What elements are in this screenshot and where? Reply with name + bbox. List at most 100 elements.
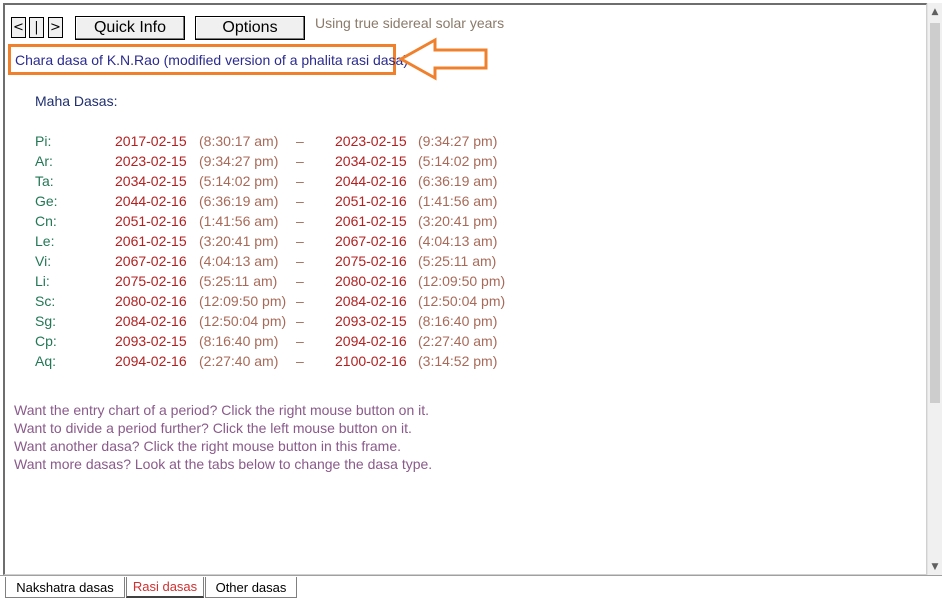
dasa-end-time: (12:50:04 pm) (418, 293, 506, 309)
dasa-start-date: 2051-02-16 (115, 213, 187, 229)
scroll-down-arrow-icon[interactable]: ▼ (928, 558, 942, 575)
dasa-sign: Pi: (35, 133, 52, 149)
dasa-end-time: (4:04:13 am) (418, 233, 498, 249)
dasa-row[interactable]: Li: 2075-02-16 (5:25:11 am) – 2080-02-16 (12:… (0, 271, 920, 291)
dasa-row[interactable]: Le: 2061-02-15 (3:20:41 pm) – 2067-02-16 (4:0… (0, 231, 920, 251)
mid-button[interactable]: | (29, 17, 44, 38)
dasa-row[interactable]: Cp: 2093-02-15 (8:16:40 pm) – 2094-02-16 (2:2… (0, 331, 920, 351)
dasa-dash: – (296, 273, 304, 289)
dasa-row[interactable]: Cn: 2051-02-16 (1:41:56 am) – 2061-02-15 (3:2… (0, 211, 920, 231)
dasa-end-date: 2100-02-16 (335, 353, 407, 369)
dasa-start-date: 2093-02-15 (115, 333, 187, 349)
dasa-row[interactable]: Ta: 2034-02-15 (5:14:02 pm) – 2044-02-16 (6:3… (0, 171, 920, 191)
dasa-start-date: 2075-02-16 (115, 273, 187, 289)
dasa-start-time: (2:27:40 am) (199, 353, 279, 369)
tab-nakshatra-dasas[interactable]: Nakshatra dasas (5, 577, 125, 598)
dasa-dash: – (296, 333, 304, 349)
dasa-end-time: (2:27:40 am) (418, 333, 498, 349)
dasa-sign: Ta: (35, 173, 54, 189)
dasa-dash: – (296, 173, 304, 189)
dasa-end-date: 2061-02-15 (335, 213, 407, 229)
dasa-end-date: 2044-02-16 (335, 173, 407, 189)
dasa-start-time: (5:14:02 pm) (199, 173, 279, 189)
dasa-start-date: 2017-02-15 (115, 133, 187, 149)
dasa-sign: Le: (35, 233, 55, 249)
quick-info-button[interactable]: Quick Info (75, 16, 185, 40)
dasa-row[interactable]: Aq: 2094-02-16 (2:27:40 am) – 2100-02-16 (3:1… (0, 351, 920, 371)
dasa-sign: Sg: (35, 313, 57, 329)
dasa-dash: – (296, 293, 304, 309)
dasa-end-time: (1:41:56 am) (418, 193, 498, 209)
dasa-start-date: 2084-02-16 (115, 313, 187, 329)
dasa-dash: – (296, 153, 304, 169)
dasa-end-date: 2080-02-16 (335, 273, 407, 289)
hint-text: Want the entry chart of a period? Click … (14, 402, 430, 418)
status-text: Using true sidereal solar years (315, 15, 505, 31)
dasa-end-time: (6:36:19 am) (418, 173, 498, 189)
dasa-start-date: 2080-02-16 (115, 293, 187, 309)
dasa-end-time: (5:25:11 am) (418, 253, 497, 269)
dasa-start-time: (12:09:50 pm) (199, 293, 287, 309)
dasa-dash: – (296, 233, 304, 249)
dasa-dash: – (296, 313, 304, 329)
dasa-sign: Li: (35, 273, 50, 289)
dasa-sign: Cp: (35, 333, 57, 349)
dasa-start-date: 2023-02-15 (115, 153, 187, 169)
tab-other-dasas[interactable]: Other dasas (205, 577, 297, 598)
next-button[interactable]: > (48, 17, 63, 38)
hint-text: Want more dasas? Look at the tabs below … (14, 456, 433, 472)
dasa-start-time: (3:20:41 pm) (199, 233, 279, 249)
dasa-sign: Vi: (35, 253, 52, 269)
hint-text: Want to divide a period further? Click t… (14, 420, 412, 436)
dasa-end-date: 2051-02-16 (335, 193, 407, 209)
dasa-start-date: 2067-02-16 (115, 253, 187, 269)
dasa-dash: – (296, 213, 304, 229)
dasa-end-date: 2084-02-16 (335, 293, 407, 309)
dasa-sign: Cn: (35, 213, 57, 229)
dasa-sign: Sc: (35, 293, 56, 309)
scroll-up-arrow-icon[interactable]: ▲ (928, 3, 942, 20)
dasa-end-time: (3:20:41 pm) (418, 213, 498, 229)
tab-rasi-dasas[interactable]: Rasi dasas (126, 577, 204, 598)
dasa-start-time: (8:16:40 pm) (199, 333, 279, 349)
hint-text: Want another dasa? Click the right mouse… (14, 438, 402, 454)
dasa-row[interactable]: Vi: 2067-02-16 (4:04:13 am) – 2075-02-16 (5:2… (0, 251, 920, 271)
dasa-start-time: (9:34:27 pm) (199, 153, 279, 169)
dasa-end-date: 2075-02-16 (335, 253, 407, 269)
dasa-end-time: (8:16:40 pm) (418, 313, 498, 329)
options-button[interactable]: Options (195, 16, 305, 40)
maha-dasas-heading: Maha Dasas: (35, 93, 118, 109)
dasa-end-date: 2034-02-15 (335, 153, 407, 169)
dasa-end-time: (9:34:27 pm) (418, 133, 498, 149)
dasa-start-time: (8:30:17 am) (199, 133, 279, 149)
dasa-row[interactable]: Sc: 2080-02-16 (12:09:50 pm) – 2084-02-16 (12… (0, 291, 920, 311)
dasa-dash: – (296, 193, 304, 209)
dasa-start-date: 2094-02-16 (115, 353, 187, 369)
dasa-start-time: (5:25:11 am) (199, 273, 278, 289)
dasa-start-date: 2034-02-15 (115, 173, 187, 189)
vertical-scrollbar[interactable]: ▲ ▼ (927, 3, 942, 575)
dasa-row[interactable]: Pi: 2017-02-15 (8:30:17 am) – 2023-02-15 (9:3… (0, 131, 920, 151)
dasa-row[interactable]: Sg: 2084-02-16 (12:50:04 pm) – 2093-02-15 (8:… (0, 311, 920, 331)
dasa-end-date: 2023-02-15 (335, 133, 407, 149)
dasa-dash: – (296, 353, 304, 369)
dasa-start-date: 2061-02-15 (115, 233, 187, 249)
dasa-end-date: 2067-02-16 (335, 233, 407, 249)
scroll-thumb[interactable] (930, 23, 940, 403)
dasa-start-time: (6:36:19 am) (199, 193, 279, 209)
dasa-end-time: (3:14:52 pm) (418, 353, 498, 369)
page-title: Chara dasa of K.N.Rao (modified version … (15, 52, 412, 68)
dasa-start-time: (1:41:56 am) (199, 213, 279, 229)
dasa-start-time: (12:50:04 pm) (199, 313, 287, 329)
left-arrow-icon (398, 37, 488, 81)
dasa-end-date: 2093-02-15 (335, 313, 407, 329)
dasa-start-time: (4:04:13 am) (199, 253, 279, 269)
dasa-row[interactable]: Ge: 2044-02-16 (6:36:19 am) – 2051-02-16 (1:4… (0, 191, 920, 211)
dasa-sign: Ar: (35, 153, 53, 169)
dasa-row[interactable]: Ar: 2023-02-15 (9:34:27 pm) – 2034-02-15 (5:1… (0, 151, 920, 171)
dasa-end-date: 2094-02-16 (335, 333, 407, 349)
dasa-sign: Ge: (35, 193, 58, 209)
dasa-end-time: (12:09:50 pm) (418, 273, 506, 289)
dasa-dash: – (296, 133, 304, 149)
prev-button[interactable]: < (11, 17, 26, 38)
